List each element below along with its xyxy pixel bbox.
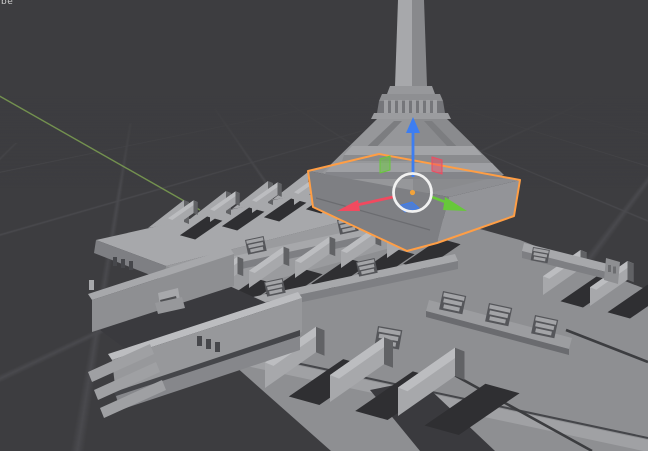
3d-viewport[interactable]: be <box>0 0 648 451</box>
viewport-corner-text: be <box>1 0 13 7</box>
scene-canvas <box>0 0 648 451</box>
object-origin-dot <box>410 190 415 195</box>
y-axis-line <box>0 94 200 210</box>
gizmo-plane-handle-x[interactable] <box>432 157 442 174</box>
gizmo-plane-handle-y[interactable] <box>380 156 390 173</box>
